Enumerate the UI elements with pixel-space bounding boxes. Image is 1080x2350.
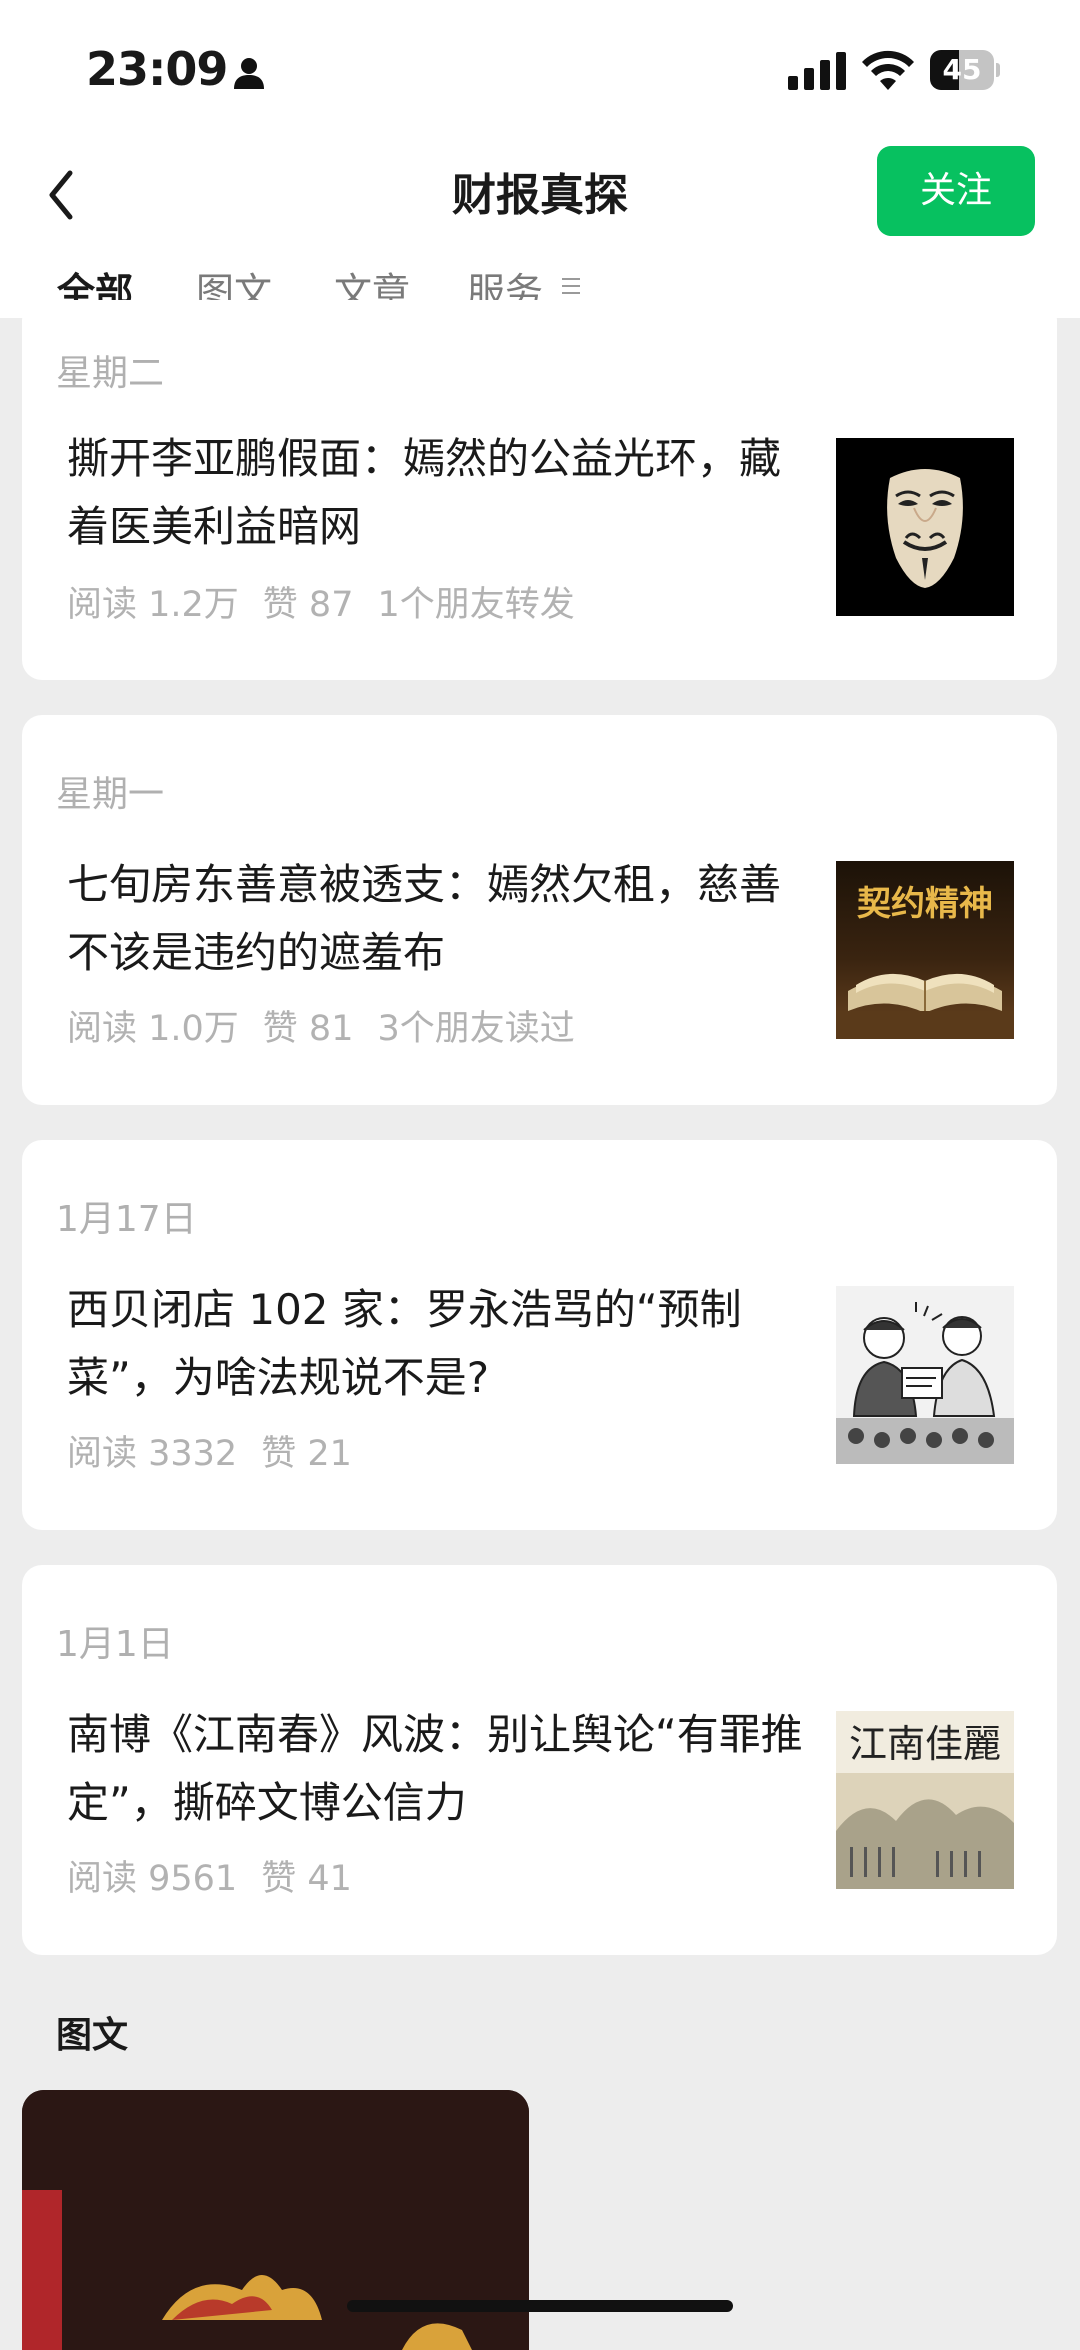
article-date: 1月17日 <box>56 1199 197 1240</box>
account-header: 财报真探 关注 全部 图文 文章 服务 <box>0 135 1080 318</box>
section-title: 图文 <box>56 2015 129 2056</box>
article-meta: 阅读 9561 赞 41 <box>67 1850 376 1901</box>
article-meta: 阅读 1.0万赞 81 3个朋友读过 <box>67 1000 599 1051</box>
book-thumbnail[interactable]: 契约精神 <box>836 861 1014 1039</box>
menu-icon[interactable] <box>562 277 582 295</box>
battery-level: 45 <box>942 53 982 86</box>
read-count: 阅读 1.0万 <box>67 1009 239 1049</box>
like-count: 赞 21 <box>261 1434 352 1474</box>
read-count: 阅读 9561 <box>67 1859 238 1899</box>
article-card[interactable]: 星期一 七旬房东善意被透支：嫣然欠租，慈善不该是违约的遮羞布 阅读 1.0万赞 … <box>22 715 1057 1105</box>
like-count: 赞 41 <box>261 1859 352 1899</box>
social-info: 1个朋友转发 <box>377 585 575 625</box>
article-card[interactable]: 星期二 撕开李亚鹏假面：嫣然的公益光环，藏着医美利益暗网 阅读 1.2万赞 87… <box>22 300 1057 680</box>
battery-icon: 45 <box>930 50 1000 90</box>
social-info: 3个朋友读过 <box>377 1009 575 1049</box>
like-count: 赞 81 <box>262 1009 354 1049</box>
follow-button[interactable]: 关注 <box>877 146 1035 236</box>
painting-thumbnail-text: 江南佳麗 <box>849 1722 1001 1766</box>
like-count: 赞 87 <box>262 585 354 625</box>
status-time: 23:09 <box>86 42 228 96</box>
article-card[interactable]: 1月1日 南博《江南春》风波：别让舆论“有罪推定”，撕碎文博公信力 阅读 956… <box>22 1565 1057 1955</box>
read-count: 阅读 1.2万 <box>67 585 239 625</box>
article-date: 1月1日 <box>56 1624 174 1665</box>
article-meta: 阅读 1.2万赞 87 1个朋友转发 <box>67 576 599 627</box>
article-title[interactable]: 南博《江南春》风波：别让舆论“有罪推定”，撕碎文博公信力 <box>67 1701 807 1837</box>
article-card[interactable]: 1月17日 西贝闭店 102 家：罗永浩骂的“预制菜”，为啥法规说不是? 阅读 … <box>22 1140 1057 1530</box>
article-date: 星期一 <box>56 774 165 815</box>
mask-thumbnail[interactable] <box>836 438 1014 616</box>
painting-thumbnail[interactable]: 江南佳麗 <box>836 1711 1014 1889</box>
home-indicator[interactable] <box>347 2300 733 2312</box>
article-title[interactable]: 西贝闭店 102 家：罗永浩骂的“预制菜”，为啥法规说不是? <box>67 1276 807 1412</box>
book-thumbnail-text: 契约精神 <box>857 884 993 924</box>
wifi-icon <box>862 50 914 90</box>
article-title[interactable]: 撕开李亚鹏假面：嫣然的公益光环，藏着医美利益暗网 <box>67 425 807 561</box>
article-meta: 阅读 3332 赞 21 <box>67 1425 376 1476</box>
status-bar: 23:09 45 <box>0 0 1080 135</box>
read-count: 阅读 3332 <box>67 1434 238 1474</box>
person-icon <box>234 58 264 89</box>
article-title[interactable]: 七旬房东善意被透支：嫣然欠租，慈善不该是违约的遮羞布 <box>67 851 807 987</box>
article-date: 星期二 <box>56 353 165 394</box>
cartoon-thumbnail[interactable] <box>836 1286 1014 1464</box>
signal-icon <box>788 52 846 90</box>
